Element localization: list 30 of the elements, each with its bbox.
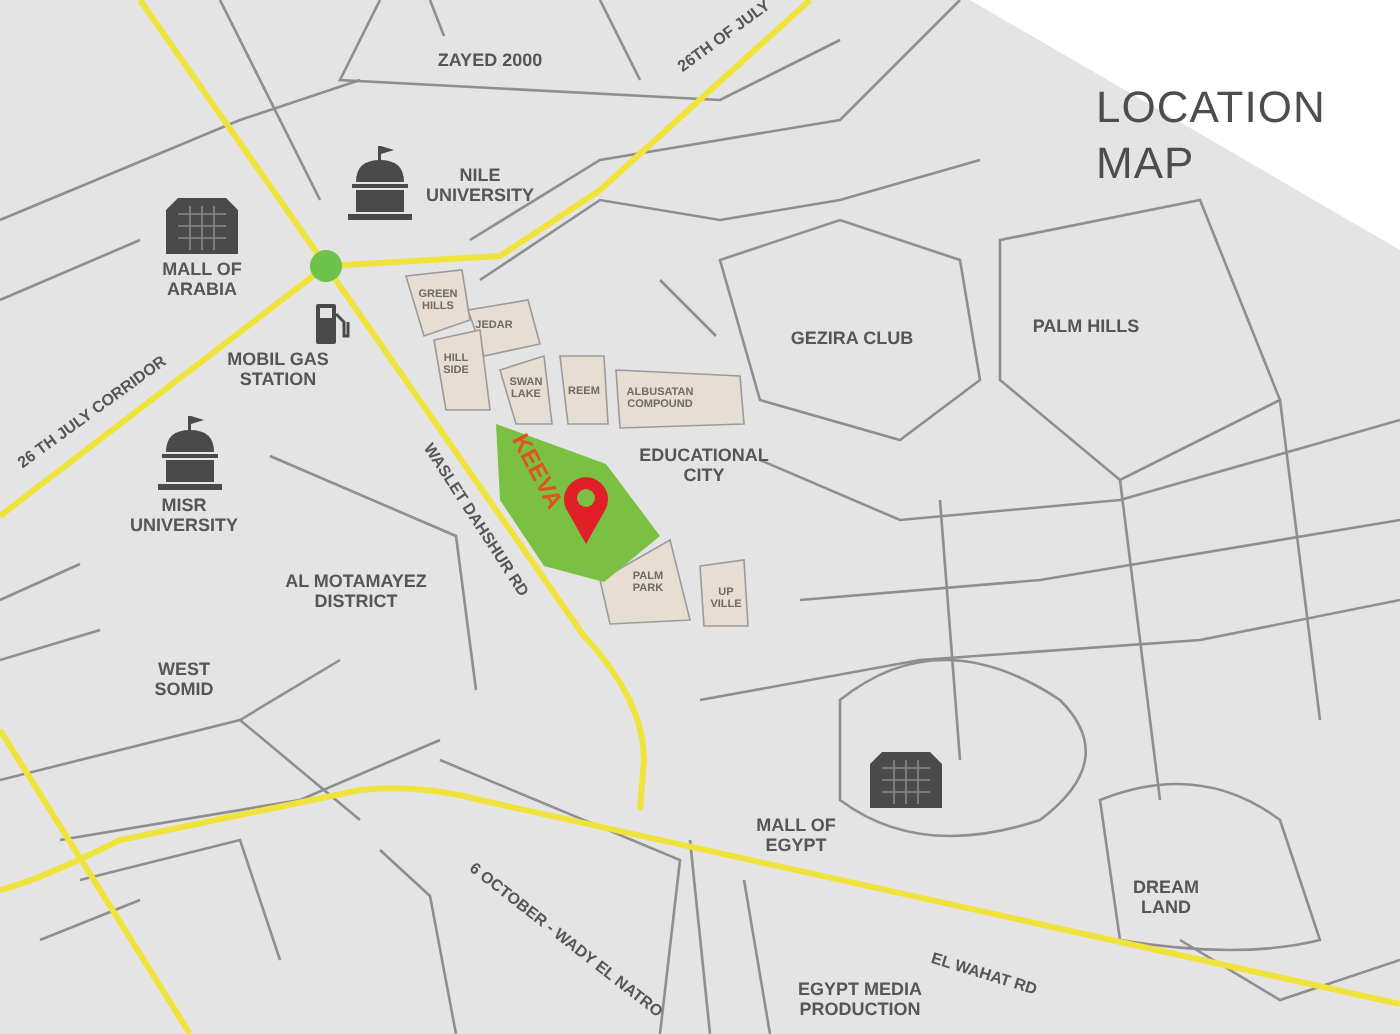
place-label: NILE UNIVERSITY bbox=[423, 165, 536, 207]
place-label: EGYPT MEDIA PRODUCTION bbox=[795, 979, 924, 1021]
place-label: ZAYED 2000 bbox=[435, 49, 545, 71]
place-label: MISR UNIVERSITY bbox=[127, 495, 240, 537]
mall-building-icon bbox=[166, 198, 238, 254]
land-plot bbox=[404, 269, 471, 338]
land-plot bbox=[699, 559, 749, 627]
place-label: MOBIL GAS STATION bbox=[225, 349, 331, 391]
land-plot bbox=[599, 538, 691, 625]
domed-building-icon bbox=[158, 416, 222, 490]
place-label: MALL OF EGYPT bbox=[754, 815, 838, 857]
street-line bbox=[0, 238, 141, 302]
street-line bbox=[0, 562, 81, 602]
land-plot bbox=[615, 369, 745, 429]
gas-pump-icon bbox=[316, 304, 350, 344]
place-label: PALM HILLS bbox=[1030, 315, 1142, 337]
junction-dot bbox=[310, 250, 342, 282]
place-label: WEST SOMID bbox=[152, 659, 216, 701]
location-pin-icon bbox=[564, 477, 608, 544]
land-plot bbox=[433, 329, 491, 411]
place-label: EDUCATIONAL CITY bbox=[637, 445, 771, 487]
mall-building-icon bbox=[870, 752, 942, 808]
road-label: EL WAHAT RD bbox=[928, 949, 1040, 999]
land-plot bbox=[499, 354, 553, 425]
domed-building-icon bbox=[348, 146, 412, 220]
place-label: AL MOTAMAYEZ DISTRICT bbox=[283, 571, 429, 613]
place-label: MALL OF ARABIA bbox=[160, 259, 244, 301]
place-label: DREAM LAND bbox=[1131, 877, 1201, 919]
land-plot bbox=[559, 355, 609, 425]
place-label: GEZIRA CLUB bbox=[788, 327, 916, 349]
